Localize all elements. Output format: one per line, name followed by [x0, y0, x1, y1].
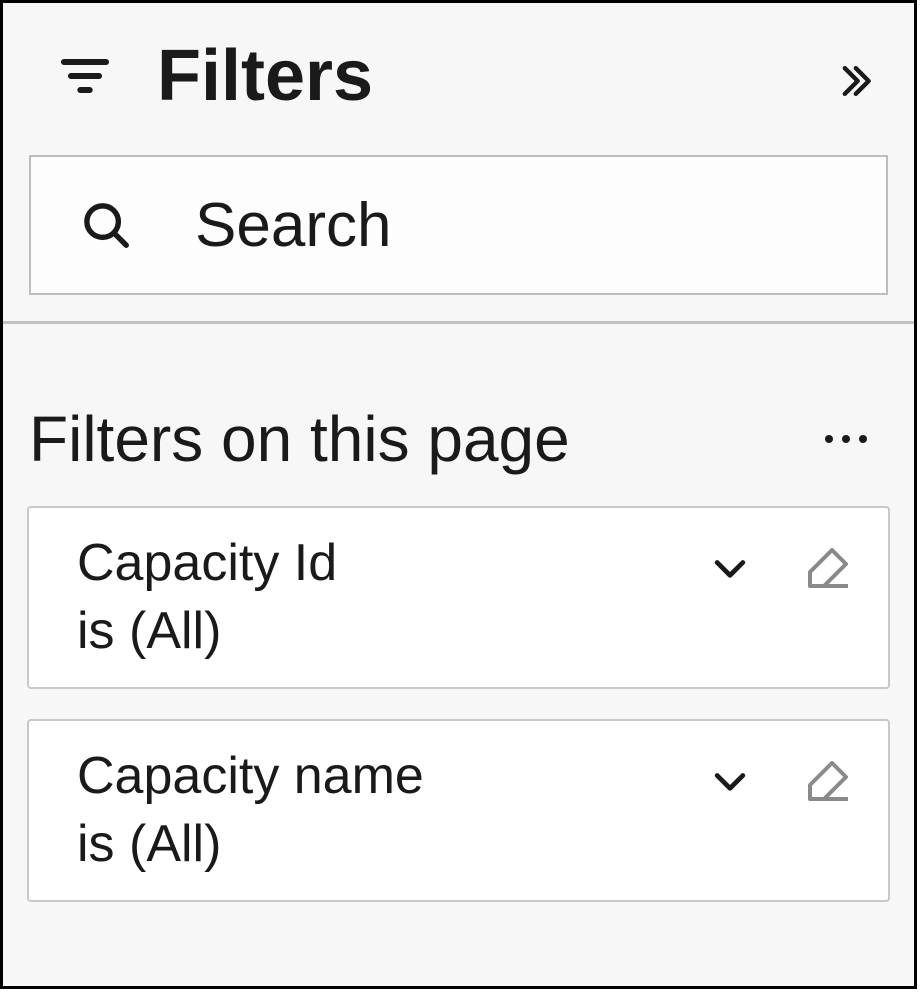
filter-text: Capacity name is (All)	[77, 743, 704, 878]
clear-filter-button[interactable]	[802, 755, 854, 807]
filter-text: Capacity Id is (All)	[77, 530, 704, 665]
more-options-button[interactable]	[816, 409, 876, 469]
filter-field-value: is (All)	[77, 598, 704, 666]
filter-field-name: Capacity Id	[77, 530, 704, 598]
filter-card-actions	[704, 542, 854, 594]
filter-icon	[57, 48, 113, 104]
search-icon	[79, 198, 133, 252]
search-section	[3, 117, 914, 321]
clear-filter-button[interactable]	[802, 542, 854, 594]
filter-card-actions	[704, 755, 854, 807]
expand-filter-button[interactable]	[704, 755, 756, 807]
filter-field-name: Capacity name	[77, 743, 704, 811]
collapse-pane-button[interactable]	[824, 51, 884, 111]
search-box[interactable]	[29, 155, 888, 295]
panel-title: Filters	[157, 35, 373, 117]
panel-header: Filters	[3, 3, 914, 117]
filter-card-capacity-id[interactable]: Capacity Id is (All)	[27, 506, 890, 689]
section-header: Filters on this page	[3, 324, 914, 506]
filter-card-capacity-name[interactable]: Capacity name is (All)	[27, 719, 890, 902]
expand-filter-button[interactable]	[704, 542, 756, 594]
filters-panel: Filters Filters on this page	[0, 0, 917, 989]
filter-field-value: is (All)	[77, 811, 704, 879]
search-input[interactable]	[193, 157, 886, 293]
section-title: Filters on this page	[29, 402, 816, 476]
filter-cards-list: Capacity Id is (All) Capac	[3, 506, 914, 902]
